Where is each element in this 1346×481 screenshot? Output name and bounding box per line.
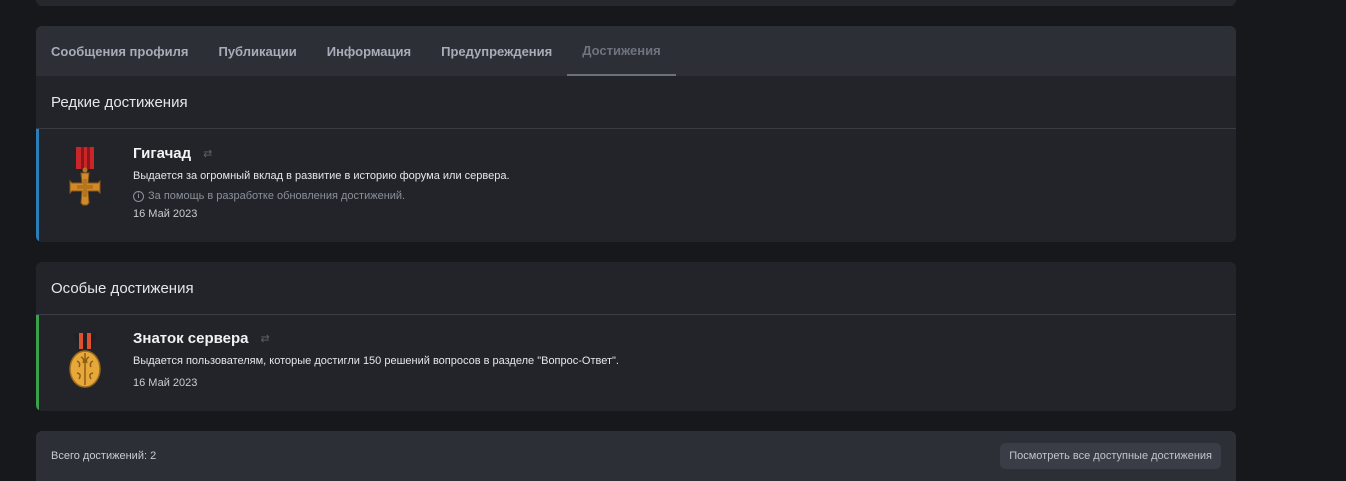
- accent-bar: [36, 315, 39, 411]
- section-title: Особые достижения: [36, 262, 1236, 315]
- tab-information[interactable]: Информация: [312, 26, 426, 76]
- profile-tabs: Сообщения профиля Публикации Информация …: [36, 26, 1236, 76]
- medal-cross-icon: [36, 129, 133, 241]
- share-icon[interactable]: ⇄: [261, 332, 270, 345]
- achievements-count: Всего достижений: 2: [51, 450, 157, 462]
- tab-warnings[interactable]: Предупреждения: [426, 26, 567, 76]
- achievement-item: Гигачад ⇄ Выдается за огромный вклад в р…: [36, 129, 1236, 241]
- info-icon: i: [133, 190, 144, 202]
- accent-bar: [36, 129, 39, 241]
- achievement-date: 16 Май 2023: [133, 377, 198, 389]
- share-icon[interactable]: ⇄: [203, 147, 212, 160]
- tab-publications[interactable]: Публикации: [203, 26, 311, 76]
- achievement-note: i За помощь в разработке обновления дост…: [133, 190, 1236, 202]
- achievement-title: Знаток сервера: [133, 330, 249, 347]
- achievement-item: Знаток сервера ⇄ Выдается пользователям,…: [36, 315, 1236, 411]
- section-title: Редкие достижения: [36, 76, 1236, 129]
- tab-profile-posts[interactable]: Сообщения профиля: [36, 26, 203, 76]
- view-all-achievements-button[interactable]: Посмотреть все доступные достижения: [1000, 443, 1221, 469]
- rare-achievements-block: Редкие достижения Гигачад ⇄ Выдается за …: [36, 76, 1236, 242]
- achievement-description: Выдается пользователям, которые достигли…: [133, 355, 619, 367]
- medal-brain-icon: [36, 315, 133, 411]
- achievement-description: Выдается за огромный вклад в развитие в …: [133, 170, 510, 182]
- achievement-note-text: За помощь в разработке обновления достиж…: [148, 190, 406, 202]
- tab-achievements[interactable]: Достижения: [567, 26, 676, 76]
- achievement-title: Гигачад: [133, 145, 192, 162]
- achievement-date: 16 Май 2023: [133, 208, 198, 220]
- achievements-footer: Всего достижений: 2 Посмотреть все досту…: [36, 431, 1236, 481]
- previous-block-edge: [36, 0, 1236, 6]
- special-achievements-block: Особые достижения Знаток сервера ⇄ Выдае…: [36, 262, 1236, 411]
